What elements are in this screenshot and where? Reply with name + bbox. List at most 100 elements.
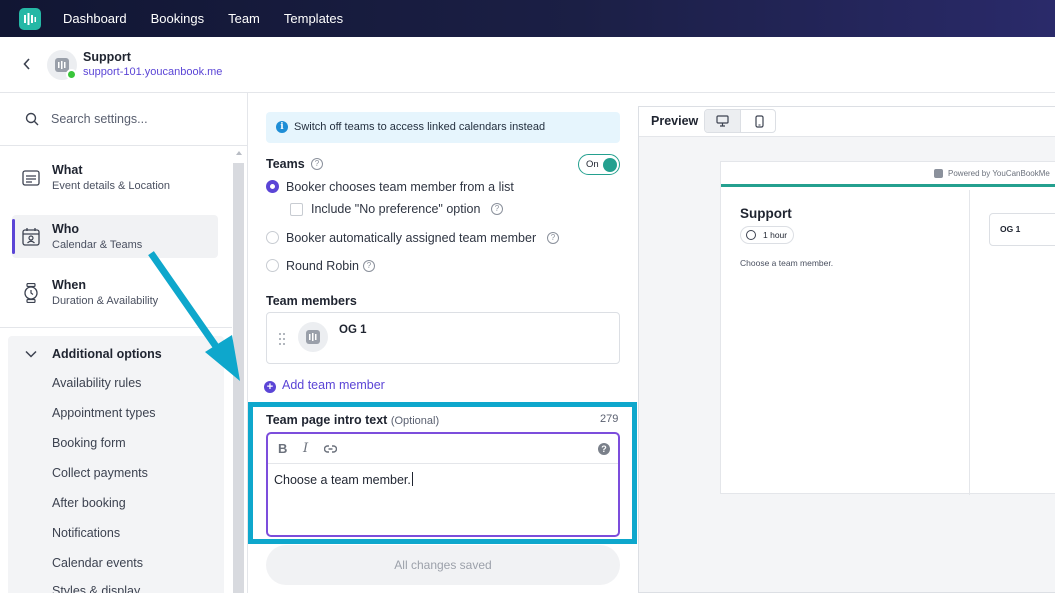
sidebar-link-after-booking[interactable]: After booking (52, 496, 126, 510)
radio-label-auto-assigned[interactable]: Booker automatically assigned team membe… (286, 231, 536, 245)
intro-text-content[interactable]: Choose a team member. (274, 472, 413, 487)
search-icon (25, 112, 39, 126)
preview-label: Preview (651, 114, 699, 128)
info-icon: i (276, 121, 288, 133)
preview-booking-card: Powered by YouCanBookMe Support 1 hour C… (720, 161, 1055, 495)
scroll-up-arrow-icon[interactable] (236, 151, 242, 155)
chevron-down-icon[interactable] (25, 350, 37, 358)
sidebar-item-what[interactable]: What Event details & Location (12, 156, 218, 199)
desktop-icon[interactable] (705, 110, 741, 132)
online-status-dot (66, 69, 77, 80)
add-team-member-label: Add team member (282, 378, 385, 392)
sidebar-item-subtitle: Calendar & Teams (52, 239, 143, 251)
preview-toolbar: Preview (639, 107, 1055, 137)
back-chevron-icon[interactable] (20, 56, 34, 72)
top-nav: Dashboard Bookings Team Templates (0, 0, 1055, 37)
optional-label: (Optional) (390, 415, 440, 427)
bold-icon[interactable]: B (278, 441, 287, 456)
preview-member-name: OG 1 (1000, 224, 1021, 234)
sidebar-link-calendar-events[interactable]: Calendar events (52, 556, 143, 570)
nav-dashboard[interactable]: Dashboard (63, 11, 127, 26)
sidebar-link-booking-form[interactable]: Booking form (52, 436, 126, 450)
preview-title: Support (740, 206, 792, 221)
card-header: Powered by YouCanBookMe (721, 162, 1055, 187)
sidebar-item-subtitle: Event details & Location (52, 180, 171, 192)
editor-toolbar: B I ? (268, 434, 618, 464)
toggle-state-label: On (586, 159, 599, 170)
help-icon[interactable]: ? (363, 260, 375, 272)
app-logo-icon[interactable] (19, 7, 41, 30)
sidebar-scroll-thumb[interactable] (233, 163, 244, 593)
team-members-label: Team members (266, 294, 357, 308)
member-name: OG 1 (339, 324, 367, 336)
character-count: 279 (600, 413, 619, 425)
save-status-button[interactable]: All changes saved (266, 545, 620, 585)
nav-templates[interactable]: Templates (284, 11, 343, 26)
no-preference-label[interactable]: Include "No preference" option (311, 202, 480, 216)
radio-label-round-robin[interactable]: Round Robin (286, 259, 359, 273)
editor-help-icon[interactable]: ? (598, 443, 610, 455)
toggle-knob (603, 158, 617, 172)
preview-member-option[interactable]: OG 1 (989, 213, 1055, 246)
radio-auto-assigned[interactable] (266, 231, 279, 244)
page-header: Support support-101.youcanbook.me (0, 37, 1055, 93)
search-bar (0, 93, 247, 146)
powered-by-text: Powered by YouCanBookMe (948, 169, 1050, 178)
help-icon[interactable]: ? (547, 232, 559, 244)
clock-icon (746, 230, 756, 240)
duration-text: 1 hour (763, 230, 788, 240)
card-divider (969, 190, 970, 495)
sidebar-divider (0, 327, 232, 328)
intro-text-editor[interactable]: B I ? Choose a team member. (266, 432, 620, 537)
preview-description: Choose a team member. (740, 258, 834, 268)
teams-toggle[interactable]: On (578, 154, 620, 175)
radio-label-booker-chooses[interactable]: Booker chooses team member from a list (286, 180, 514, 194)
sidebar-item-subtitle: Duration & Availability (52, 295, 159, 307)
person-calendar-icon (22, 228, 40, 246)
search-input[interactable] (51, 110, 231, 128)
link-icon[interactable] (324, 444, 337, 454)
additional-options-heading[interactable]: Additional options (52, 347, 162, 361)
team-member-row[interactable]: OG 1 (266, 312, 620, 364)
sidebar-item-who[interactable]: Who Calendar & Teams (12, 215, 218, 258)
sidebar-link-availability-rules[interactable]: Availability rules (52, 376, 141, 390)
add-team-member-button[interactable]: + Add team member (264, 378, 385, 393)
info-banner: i Switch off teams to access linked cale… (266, 112, 620, 143)
additional-options-panel (8, 336, 224, 593)
settings-sidebar: What Event details & Location Who Calend… (0, 93, 248, 593)
no-preference-checkbox[interactable] (290, 203, 303, 216)
member-avatar (298, 322, 328, 352)
nav-team[interactable]: Team (228, 11, 260, 26)
sidebar-item-title: When (52, 278, 87, 292)
ycbm-logo-icon (934, 169, 943, 178)
help-icon[interactable]: ? (491, 203, 503, 215)
sidebar-link-notifications[interactable]: Notifications (52, 526, 120, 540)
watch-icon (24, 283, 38, 303)
sidebar-link-appointment-types[interactable]: Appointment types (52, 406, 156, 420)
intro-text-value: Choose a team member. (274, 473, 411, 487)
italic-icon[interactable]: I (303, 441, 308, 456)
booking-page-link[interactable]: support-101.youcanbook.me (83, 66, 222, 78)
mobile-icon[interactable] (741, 110, 775, 132)
sidebar-item-title: What (52, 163, 83, 177)
sidebar-item-when[interactable]: When Duration & Availability (12, 271, 218, 314)
help-icon[interactable]: ? (311, 158, 323, 170)
sidebar-link-collect-payments[interactable]: Collect payments (52, 466, 148, 480)
preview-panel: Preview Powered by YouCanBookMe Support … (638, 106, 1055, 593)
plus-icon: + (264, 381, 276, 393)
card-icon (22, 170, 40, 186)
radio-booker-chooses[interactable] (266, 180, 279, 193)
sidebar-link-styles-display[interactable]: Styles & display (52, 584, 140, 593)
drag-handle-icon[interactable] (278, 332, 286, 346)
duration-badge: 1 hour (740, 226, 795, 244)
intro-text-label-main: Team page intro text (266, 413, 388, 427)
teams-settings-panel: i Switch off teams to access linked cale… (248, 93, 638, 593)
intro-text-label: Team page intro text (Optional) (266, 413, 439, 427)
teams-label: Teams (266, 157, 305, 171)
sidebar-item-title: Who (52, 222, 80, 236)
nav-bookings[interactable]: Bookings (151, 11, 204, 26)
text-caret (411, 472, 413, 486)
page-title: Support (83, 50, 131, 64)
radio-round-robin[interactable] (266, 259, 279, 272)
device-toggle (704, 109, 776, 133)
